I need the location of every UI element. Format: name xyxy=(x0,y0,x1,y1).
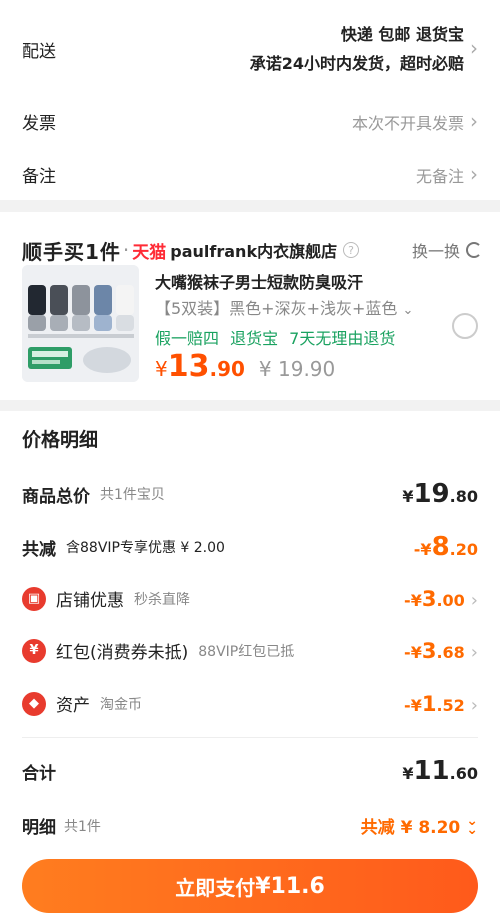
amount-integer: 3 xyxy=(421,586,437,611)
refresh-icon xyxy=(466,242,482,258)
amount-integer: 3 xyxy=(421,638,437,663)
invoice-row[interactable]: 发票 本次不开具发票 › xyxy=(22,108,478,135)
total-goods-amount: ¥ 19 .80 xyxy=(402,479,478,509)
assets-label: 资产 xyxy=(56,696,90,716)
sum-label: 合计 xyxy=(22,763,56,784)
delivery-row[interactable]: 配送 快递 包邮 退货宝 承诺24小时内发货，超时必赔 › xyxy=(22,20,478,78)
total-discount-row: 共减 含88VIP专享优惠 ¥ 2.00 -¥ 8 .20 xyxy=(22,532,478,562)
amount-decimal: .52 xyxy=(436,695,465,715)
double-chevron-down-icon: ⌄ ⌄ xyxy=(466,812,478,838)
amount-currency: -¥ xyxy=(404,642,422,662)
saved-amount-text: 共减 ¥ 8.20 xyxy=(360,818,461,838)
amount-currency: -¥ xyxy=(404,695,422,715)
question-icon[interactable]: ? xyxy=(343,242,360,258)
red-packet-icon: ¥ xyxy=(22,638,46,663)
chevron-right-icon: › xyxy=(470,641,478,663)
shop-discount-row[interactable]: ▣ 店铺优惠 秒杀直降 -¥ 3 .00 › xyxy=(22,586,478,611)
amount-integer: 11 xyxy=(413,756,450,786)
delivery-value: 快递 包邮 退货宝 承诺24小时内发货，超时必赔 › xyxy=(250,20,478,78)
shop-icon: ▣ xyxy=(22,586,46,611)
divider xyxy=(22,737,478,738)
chevron-right-icon: › xyxy=(470,161,478,186)
shop-discount-sub: 秒杀直降 xyxy=(134,591,190,608)
delivery-label: 配送 xyxy=(22,41,56,62)
total-discount-label: 共减 xyxy=(22,539,56,560)
product-title[interactable]: 大嘴猴袜子男士短款防臭吸汗 xyxy=(155,269,363,293)
chevron-right-icon: › xyxy=(470,108,478,133)
red-packet-row[interactable]: ¥ 红包(消费券未抵) 88VIP红包已抵 -¥ 3 .68 › xyxy=(22,638,478,663)
price-decimal: .90 xyxy=(209,357,245,381)
swap-label: 换一换 xyxy=(411,242,460,261)
chevron-down-icon: ⌄ xyxy=(402,303,414,318)
add-on-product-section: 顺手买1件 · 天猫 paulfrank内衣旗舰店 ? 换一换 大嘴猴袜子男士短… xyxy=(0,212,500,400)
product-spec-text: 【5双装】黑色+深灰+浅灰+蓝色 xyxy=(155,299,398,318)
delivery-line-2: 承诺24小时内发货，超时必赔 xyxy=(249,54,464,73)
checkout-bar: 明细 共1件 共减 ¥ 8.20 ⌄ ⌄ 立即支付 ¥11.6 xyxy=(0,799,500,919)
invoice-value: 本次不开具发票 › xyxy=(351,108,478,134)
sum-row: 合计 ¥ 11 .60 xyxy=(22,756,478,786)
assets-sub: 淘金币 xyxy=(100,696,142,713)
shop-discount-label: 店铺优惠 xyxy=(56,591,124,611)
amount-integer: 1 xyxy=(421,691,437,716)
delivery-line-1: 快递 包邮 退货宝 xyxy=(340,25,464,44)
chevron-right-icon: › xyxy=(470,589,478,611)
assets-row[interactable]: ◆ 资产 淘金币 -¥ 1 .52 › xyxy=(22,691,478,716)
shop-name[interactable]: paulfrank内衣旗舰店 xyxy=(170,238,337,262)
detail-summary-row[interactable]: 明细 共1件 共减 ¥ 8.20 ⌄ ⌄ xyxy=(22,812,478,839)
price-currency: ¥ xyxy=(155,357,168,381)
amount-decimal: .68 xyxy=(436,642,465,662)
remark-value-text: 无备注 xyxy=(415,166,464,186)
total-goods-label: 商品总价 xyxy=(22,486,90,507)
total-goods-row: 商品总价 共1件宝贝 ¥ 19 .80 xyxy=(22,479,478,509)
socks-image xyxy=(22,265,139,382)
total-goods-sub: 共1件宝贝 xyxy=(100,487,165,503)
order-options-section: 配送 快递 包邮 退货宝 承诺24小时内发货，超时必赔 › 发票 本次不开具发票… xyxy=(0,0,500,200)
amount-currency: ¥ xyxy=(402,764,414,783)
amount-decimal: .60 xyxy=(449,764,478,783)
detail-count: 共1件 xyxy=(64,818,101,835)
saved-amount: 共减 ¥ 8.20 ⌄ ⌄ xyxy=(360,812,478,839)
amount-decimal: .00 xyxy=(436,590,465,610)
pay-amount: ¥11.6 xyxy=(255,873,325,899)
detail-label: 明细 xyxy=(22,818,56,838)
red-packet-sub: 88VIP红包已抵 xyxy=(198,643,295,660)
chevron-right-icon: › xyxy=(470,694,478,716)
amount-currency: -¥ xyxy=(413,540,432,559)
invoice-value-text: 本次不开具发票 xyxy=(351,113,464,133)
product-price: ¥ 13 .90 ¥ 19.90 xyxy=(155,349,335,384)
original-price: ¥ 19.90 xyxy=(258,357,336,381)
shop-discount-amount: -¥ 3 .00 › xyxy=(404,587,478,611)
assets-amount: -¥ 1 .52 › xyxy=(404,692,478,716)
amount-decimal: .80 xyxy=(449,487,478,506)
amount-currency: -¥ xyxy=(404,590,422,610)
red-packet-amount: -¥ 3 .68 › xyxy=(404,639,478,663)
pay-label: 立即支付 xyxy=(175,875,256,900)
product-service-tags: 假一赔四 退货宝 7天无理由退货 xyxy=(155,329,396,348)
product-thumbnail[interactable] xyxy=(22,265,139,382)
price-detail-section: 价格明细 商品总价 共1件宝贝 ¥ 19 .80 共减 含88VIP专享优惠 ¥… xyxy=(0,411,500,799)
remark-row[interactable]: 备注 无备注 › xyxy=(22,161,478,188)
brand-title: 顺手买1件 xyxy=(22,239,121,264)
amount-decimal: .20 xyxy=(449,540,478,559)
amount-integer: 19 xyxy=(413,479,450,509)
tmall-logo: 天猫 xyxy=(132,242,167,263)
price-integer: 13 xyxy=(167,349,210,384)
swap-button[interactable]: 换一换 xyxy=(412,238,482,262)
amount-currency: ¥ xyxy=(402,487,414,506)
total-discount-sub: 含88VIP专享优惠 ¥ 2.00 xyxy=(66,540,225,556)
price-detail-title: 价格明细 xyxy=(22,429,99,451)
invoice-label: 发票 xyxy=(22,114,56,134)
chevron-right-icon: › xyxy=(470,36,478,60)
red-packet-label: 红包(消费券未抵) xyxy=(56,643,189,663)
amount-integer: 8 xyxy=(431,532,450,562)
remark-value: 无备注 › xyxy=(415,161,478,187)
pay-now-button[interactable]: 立即支付 ¥11.6 xyxy=(22,859,478,913)
tag-icon: ◆ xyxy=(22,691,46,716)
product-spec-selector[interactable]: 【5双装】黑色+深灰+浅灰+蓝色 ⌄ xyxy=(155,295,413,319)
add-product-radio[interactable] xyxy=(452,313,478,339)
separator-dot: · xyxy=(122,238,131,262)
total-discount-amount: -¥ 8 .20 xyxy=(414,532,478,562)
remark-label: 备注 xyxy=(22,167,56,187)
sum-amount: ¥ 11 .60 xyxy=(402,756,478,786)
